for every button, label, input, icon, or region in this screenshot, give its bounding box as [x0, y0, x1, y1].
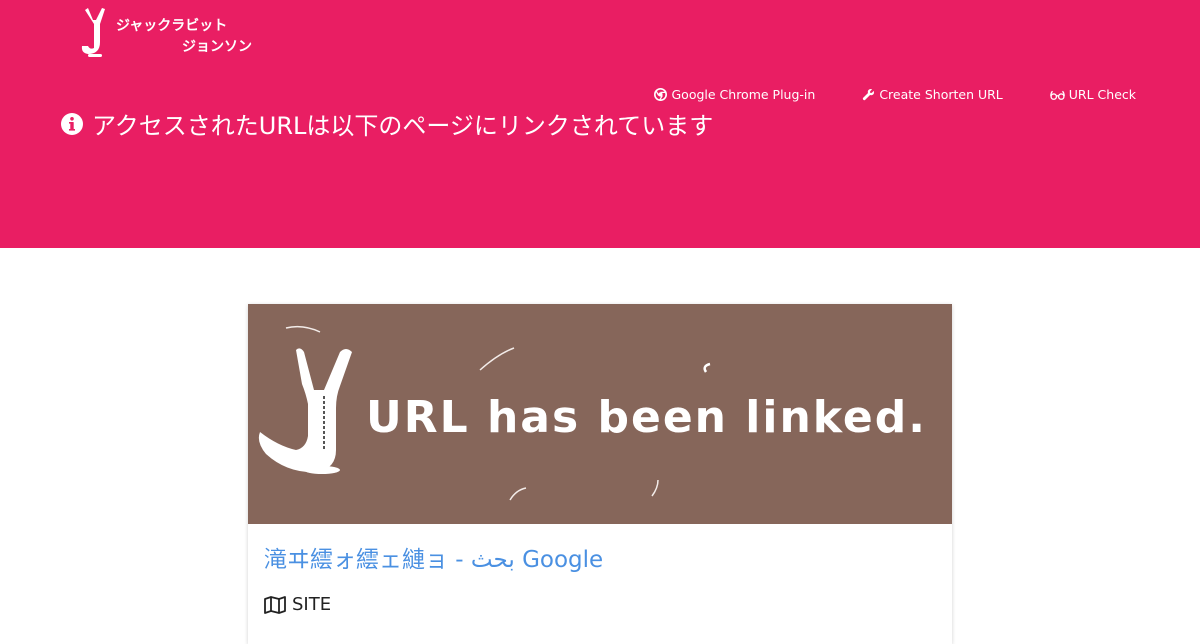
- banner-text: URL has been linked.: [366, 392, 927, 443]
- nav-item-label: Google Chrome Plug-in: [671, 87, 816, 102]
- logo-text-line1: ジャックラビット: [116, 18, 227, 34]
- linked-page-title[interactable]: 滝ヰ繧ォ繧ェ縺ョ - بحث Google: [264, 540, 603, 574]
- rabbit-logo-icon: [81, 8, 105, 57]
- site-logo[interactable]: ジャックラビット ジョンソン: [78, 6, 268, 62]
- site-type-label: SITE: [264, 594, 331, 615]
- nav-item-url-check[interactable]: URL Check: [1049, 87, 1136, 102]
- logo-text-line2: ジョンソン: [182, 39, 252, 55]
- chrome-icon: [654, 88, 668, 101]
- map-icon: [264, 595, 286, 614]
- link-preview-card: URL has been linked. 滝ヰ繧ォ繧ェ縺ョ - بحث Goog…: [248, 304, 952, 644]
- site-type-text: SITE: [292, 594, 332, 615]
- card-banner-image: URL has been linked.: [248, 304, 952, 524]
- header: ジャックラビット ジョンソン Google Chrome Plug-in Cre…: [0, 0, 1200, 248]
- nav-item-chrome-plugin[interactable]: Google Chrome Plug-in: [654, 87, 815, 102]
- rabbit-mascot-icon: [258, 348, 352, 474]
- wrench-icon: [863, 88, 875, 101]
- redirect-notice-text: アクセスされたURLは以下のページにリンクされています: [92, 112, 714, 140]
- glasses-icon: [1049, 90, 1065, 100]
- top-nav: Google Chrome Plug-in Create Shorten URL…: [654, 87, 1136, 102]
- info-icon: [61, 112, 83, 135]
- redirect-notice: アクセスされたURLは以下のページにリンクされています: [60, 106, 713, 141]
- nav-item-create-shorten-url[interactable]: Create Shorten URL: [862, 87, 1003, 102]
- nav-item-label: Create Shorten URL: [879, 87, 1003, 102]
- nav-item-label: URL Check: [1068, 87, 1136, 102]
